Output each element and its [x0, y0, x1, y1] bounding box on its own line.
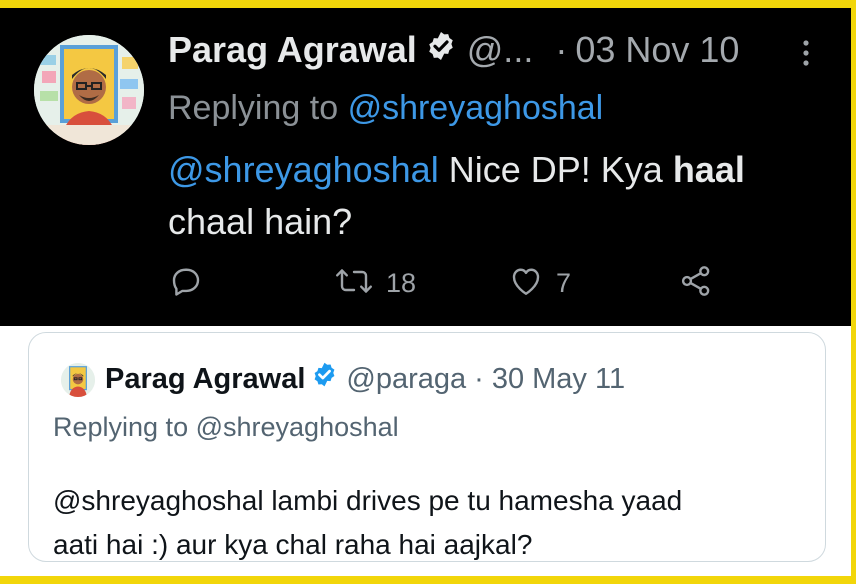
avatar[interactable]	[34, 35, 144, 145]
replying-to-label: Replying to	[53, 412, 189, 442]
share-icon	[678, 263, 714, 304]
replying-to-label: Replying to	[168, 89, 339, 127]
heart-icon	[508, 263, 544, 304]
tweet-text-line: @shreyaghoshal lambi drives pe tu hamesh…	[53, 485, 683, 516]
dark-tweet: Parag Agrawal @... · 03 Nov 10 Replying …	[0, 8, 851, 326]
author-handle[interactable]: @paraga	[346, 359, 466, 399]
share-button[interactable]	[678, 263, 714, 303]
retweet-button[interactable]: 18	[334, 263, 416, 303]
reply-icon	[168, 263, 204, 304]
light-tweet-panel: Parag Agrawal @paraga · 30 May 11 Replyi…	[0, 326, 851, 576]
replying-to-link[interactable]: @shreyaghoshal	[348, 89, 604, 127]
tweet-text: @shreyaghoshal lambi drives pe tu hamesh…	[53, 479, 793, 567]
separator-dot: ·	[555, 29, 568, 70]
tweet-date[interactable]: 03 Nov 10	[575, 26, 739, 74]
mention-link[interactable]: @shreyaghoshal	[168, 149, 439, 190]
tweet-date[interactable]: 30 May 11	[492, 359, 625, 399]
separator-dot: ·	[474, 363, 484, 395]
author-name[interactable]: Parag Agrawal	[105, 359, 305, 399]
tweet-text-part: Nice DP! Kya	[448, 149, 663, 190]
tweet-header: Parag Agrawal @paraga · 30 May 11	[105, 359, 625, 399]
tweet-text-bold: haal	[672, 149, 745, 190]
reply-button[interactable]	[168, 263, 204, 303]
author-name[interactable]: Parag Agrawal	[168, 26, 417, 74]
quoted-tweet-card[interactable]: Parag Agrawal @paraga · 30 May 11 Replyi…	[28, 332, 826, 562]
like-button[interactable]: 7	[508, 263, 571, 303]
tweet-text-part: chaal hain?	[168, 201, 353, 242]
more-options-icon[interactable]	[800, 38, 812, 68]
avatar[interactable]	[61, 363, 95, 397]
tweet-header: Parag Agrawal @... · 03 Nov 10	[168, 26, 739, 74]
tweet-text: @shreyaghoshal Nice DP! Kya haal chaal h…	[168, 144, 848, 248]
avatar-illustration	[34, 35, 144, 145]
retweet-count: 18	[386, 267, 417, 298]
verified-badge-icon	[425, 26, 457, 74]
tweet-text-line: aati hai :) aur kya chal raha hai aajkal…	[53, 529, 533, 560]
author-handle[interactable]: @...	[467, 26, 534, 74]
like-count: 7	[556, 267, 572, 298]
replying-to: Replying to @shreyaghoshal	[53, 407, 399, 447]
avatar-illustration	[61, 363, 95, 397]
tweet-actions: 18 7	[168, 263, 728, 303]
retweet-icon	[334, 263, 374, 304]
replying-to: Replying to @shreyaghoshal	[168, 86, 603, 130]
verified-badge-icon	[311, 359, 338, 399]
replying-to-link[interactable]: @shreyaghoshal	[196, 412, 399, 442]
